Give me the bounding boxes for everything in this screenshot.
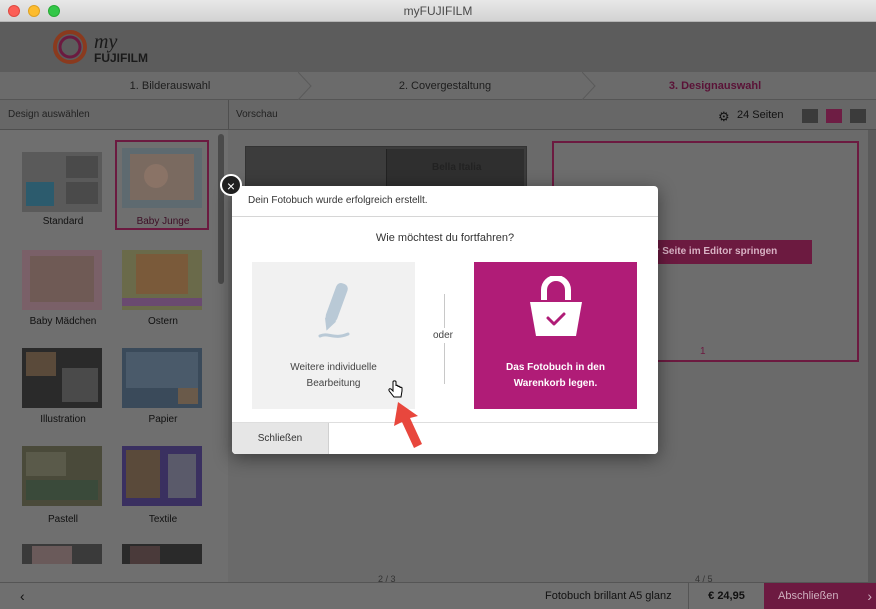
design-thumb-more-1[interactable] (22, 544, 102, 564)
edit-option-line1: Weitere individuelle (290, 362, 377, 373)
step-covergestaltung[interactable]: 2. Covergestaltung (310, 72, 580, 100)
design-thumb-ostern[interactable] (122, 250, 202, 310)
window-titlebar: myFUJIFILM (0, 0, 876, 22)
divider (228, 100, 229, 130)
dialog-question: Wie möchtest du fortfahren? (375, 232, 515, 244)
close-icon[interactable]: × (220, 174, 242, 196)
completion-dialog: Dein Fotobuch wurde erfolgreich erstellt… (232, 186, 658, 454)
finish-button-label: Abschließen (778, 590, 839, 602)
preview-page-number: 1 (700, 346, 706, 357)
footer-bar: ‹ Fotobuch brillant A5 glanz € 24,95 Abs… (0, 582, 876, 609)
design-label-pastell: Pastell (47, 514, 78, 525)
design-label-papier: Papier (148, 414, 178, 425)
design-label-illustration: Illustration (40, 414, 86, 425)
editor-jump-button[interactable]: er Seite im Editor springen (640, 240, 812, 264)
finish-button[interactable]: Abschließen › (764, 583, 876, 609)
design-thumb-baby-junge[interactable] (122, 148, 202, 208)
dialog-footer: Schließen (232, 422, 658, 454)
grid-view-icon[interactable] (826, 109, 842, 123)
add-to-cart-option[interactable]: Das Fotobuch in den Warenkorb legen. (474, 262, 637, 409)
single-view-icon[interactable] (802, 109, 818, 123)
step-navigation: 1. Bilderauswahl 2. Covergestaltung 3. D… (0, 72, 876, 100)
sidebar-scrollbar[interactable] (218, 134, 224, 284)
step-bilderauswahl[interactable]: 1. Bilderauswahl (40, 72, 300, 100)
design-select-label: Design auswählen (8, 109, 90, 120)
chevron-right-icon: › (867, 588, 872, 604)
design-label-textile: Textile (148, 514, 178, 525)
close-button[interactable]: Schließen (232, 423, 329, 454)
dialog-header: Dein Fotobuch wurde erfolgreich erstellt… (232, 186, 658, 217)
or-label: oder (433, 328, 454, 343)
design-thumb-more-2[interactable] (122, 544, 202, 564)
preview-label: Vorschau (236, 109, 278, 120)
design-thumb-pastell[interactable] (22, 446, 102, 506)
back-arrow-icon[interactable]: ‹ (20, 588, 25, 604)
design-thumb-textile[interactable] (122, 446, 202, 506)
design-label-ostern: Ostern (147, 316, 178, 327)
svg-text:my: my (94, 31, 117, 53)
preview-left-title: Bella Italia (432, 162, 482, 173)
design-label-baby-maedchen: Baby Mädchen (29, 316, 97, 327)
shopping-bag-icon (530, 276, 582, 336)
preview-scrollbar[interactable] (868, 130, 876, 582)
cart-option-line2: Warenkorb legen. (513, 378, 598, 389)
window-title: myFUJIFILM (403, 4, 473, 18)
gear-icon[interactable]: ⚙ (718, 109, 730, 125)
design-thumb-standard[interactable] (22, 152, 102, 212)
fujifilm-logo: my FUJIFILM (53, 30, 148, 65)
step-designauswahl[interactable]: 3. Designauswahl (590, 72, 840, 100)
svg-text:FUJIFILM: FUJIFILM (94, 51, 148, 65)
small-grid-view-icon[interactable] (850, 109, 866, 123)
product-name: Fotobuch brillant A5 glanz (545, 590, 672, 602)
design-thumb-illustration[interactable] (22, 348, 102, 408)
cart-option-line1: Das Fotobuch in den (506, 362, 605, 373)
design-thumb-papier[interactable] (122, 348, 202, 408)
page-count-label[interactable]: 24 Seiten (737, 109, 783, 121)
app-header: my FUJIFILM (0, 22, 876, 72)
hand-cursor-icon (388, 380, 403, 398)
design-label-standard: Standard (42, 216, 84, 227)
price-display: € 24,95 (688, 583, 764, 609)
design-thumb-baby-maedchen[interactable] (22, 250, 102, 310)
sub-toolbar: Design auswählen Vorschau ⚙ 24 Seiten (0, 100, 876, 130)
cart-option-text: Das Fotobuch in den Warenkorb legen. (474, 360, 637, 392)
pen-icon (318, 283, 350, 338)
design-label-baby-junge: Baby Junge (136, 216, 190, 227)
annotation-arrow-icon (394, 402, 422, 448)
